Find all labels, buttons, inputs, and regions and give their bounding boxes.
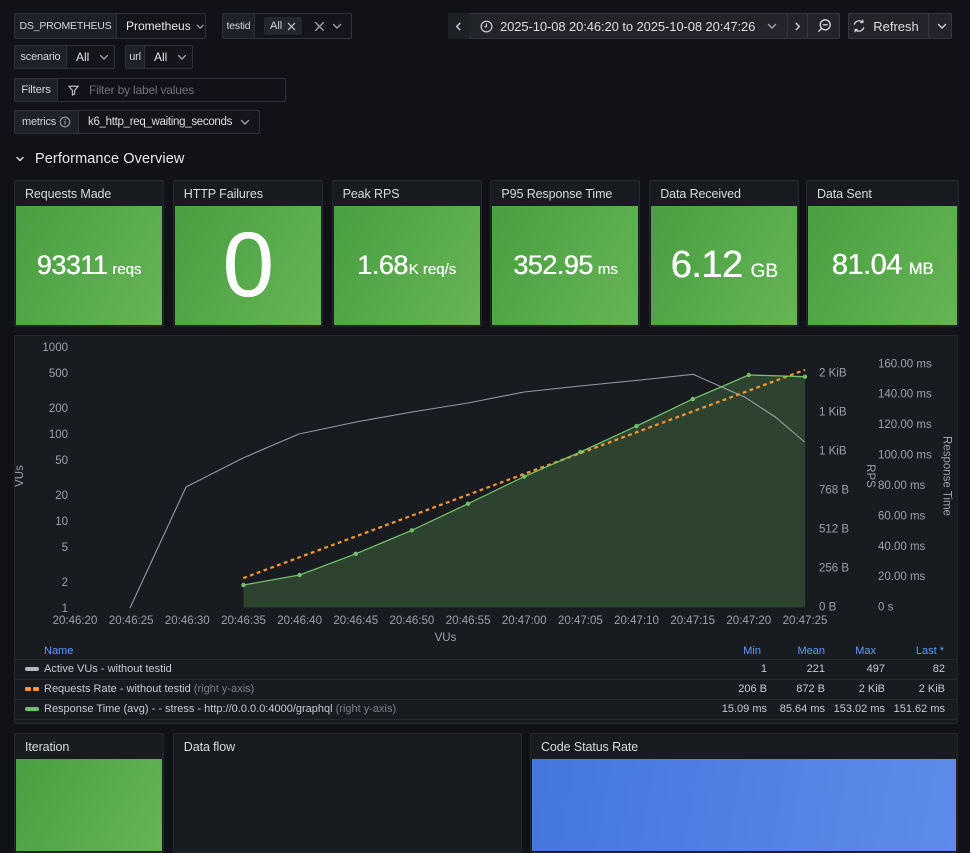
svg-text:Response Time: Response Time <box>941 436 953 516</box>
svg-text:40.00 ms: 40.00 ms <box>878 541 926 553</box>
svg-text:0 B: 0 B <box>819 602 837 614</box>
svg-text:20:46:25: 20:46:25 <box>109 615 154 627</box>
svg-text:80.00 ms: 80.00 ms <box>878 480 926 492</box>
svg-text:2: 2 <box>62 577 68 589</box>
svg-text:1 KiB: 1 KiB <box>819 446 847 458</box>
svg-text:10: 10 <box>55 516 68 528</box>
svg-text:1: 1 <box>62 603 68 615</box>
svg-text:20:47:05: 20:47:05 <box>558 615 603 627</box>
svg-text:1 KiB: 1 KiB <box>819 407 847 419</box>
svg-text:20:47:25: 20:47:25 <box>783 615 828 627</box>
svg-text:256 B: 256 B <box>819 563 849 575</box>
svg-text:RPS: RPS <box>864 464 876 488</box>
svg-text:20: 20 <box>55 490 68 502</box>
svg-text:20:46:55: 20:46:55 <box>446 615 491 627</box>
svg-text:2 KiB: 2 KiB <box>819 368 847 380</box>
svg-text:500: 500 <box>49 368 68 380</box>
svg-text:20:47:00: 20:47:00 <box>502 615 547 627</box>
svg-text:20:46:20: 20:46:20 <box>53 615 98 627</box>
svg-text:60.00 ms: 60.00 ms <box>878 510 926 522</box>
svg-text:50: 50 <box>55 455 68 467</box>
svg-text:100.00 ms: 100.00 ms <box>878 450 932 462</box>
svg-text:20:46:35: 20:46:35 <box>221 615 266 627</box>
svg-text:768 B: 768 B <box>819 485 849 497</box>
svg-text:512 B: 512 B <box>819 524 849 536</box>
svg-text:20:46:30: 20:46:30 <box>165 615 210 627</box>
svg-text:100: 100 <box>49 429 68 441</box>
svg-text:5: 5 <box>62 542 68 554</box>
svg-text:20.00 ms: 20.00 ms <box>878 571 926 583</box>
svg-text:1000: 1000 <box>42 342 68 354</box>
svg-text:VUs: VUs <box>15 465 26 487</box>
svg-text:200: 200 <box>49 403 68 415</box>
svg-text:120.00 ms: 120.00 ms <box>878 419 932 431</box>
svg-text:20:47:15: 20:47:15 <box>670 615 715 627</box>
svg-text:20:47:20: 20:47:20 <box>726 615 771 627</box>
svg-text:160.00 ms: 160.00 ms <box>878 358 932 370</box>
svg-text:0 s: 0 s <box>878 602 894 614</box>
svg-text:20:46:50: 20:46:50 <box>390 615 435 627</box>
svg-text:20:47:10: 20:47:10 <box>614 615 659 627</box>
svg-text:140.00 ms: 140.00 ms <box>878 389 932 401</box>
svg-text:20:46:40: 20:46:40 <box>277 615 322 627</box>
svg-text:20:46:45: 20:46:45 <box>333 615 378 627</box>
